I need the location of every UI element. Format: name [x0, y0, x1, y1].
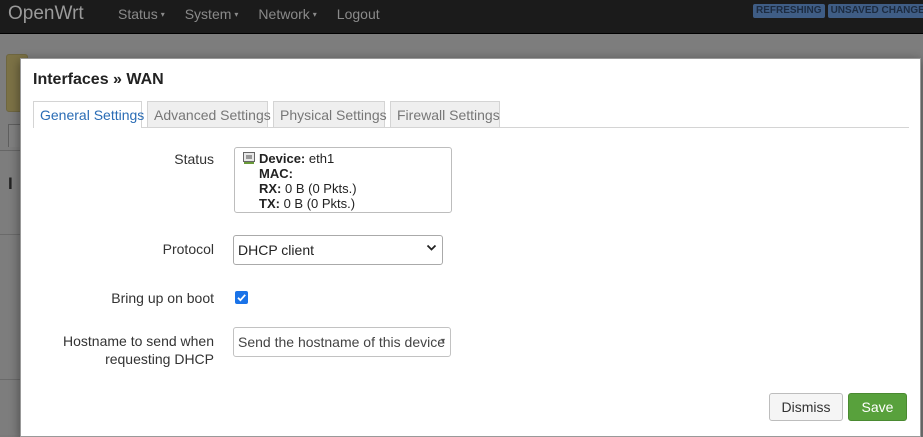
menu-logout-label: Logout — [336, 6, 380, 22]
caret-down-icon: ▾ — [160, 10, 165, 19]
protocol-label: Protocol — [162, 241, 214, 257]
save-button[interactable]: Save — [848, 393, 907, 421]
hostname-label-line1: Hostname to send when — [63, 333, 214, 349]
tab-general-settings[interactable]: General Settings — [33, 101, 144, 128]
tab-physical-settings[interactable]: Physical Settings — [273, 101, 387, 127]
status-device-line: Device: eth1 — [259, 151, 357, 166]
refreshing-badge[interactable]: REFRESHING — [753, 4, 825, 18]
menu-logout[interactable]: Logout — [337, 6, 380, 22]
bring-up-on-boot-label: Bring up on boot — [111, 290, 214, 306]
rx-value: 0 B (0 Pkts.) — [285, 181, 357, 196]
device-key: Device: — [259, 151, 306, 166]
caret-down-icon: ▾ — [312, 10, 317, 19]
chevron-down-icon — [426, 242, 437, 256]
protocol-select[interactable]: DHCP client — [233, 235, 443, 265]
hostname-label-line2: requesting DHCP — [105, 351, 214, 367]
caret-down-icon: ▾ — [234, 10, 239, 19]
interface-edit-modal: Interfaces » WAN General Settings Advanc… — [20, 58, 921, 437]
modal-title: Interfaces » WAN — [33, 71, 164, 88]
protocol-value: DHCP client — [238, 242, 314, 258]
top-navbar: OpenWrt Status ▾ System ▾ Network ▾ Logout … — [0, 0, 923, 34]
caret-down-icon: ▾ — [440, 336, 445, 345]
hostname-select[interactable]: Send the hostname of this device ▾ — [233, 327, 451, 357]
main-menu: Status ▾ System ▾ Network ▾ Logout — [118, 6, 400, 22]
tx-value: 0 B (0 Pkts.) — [283, 196, 356, 211]
hostname-value: Send the hostname of this device — [238, 334, 446, 350]
status-details: Device: eth1 MAC: RX: 0 B (0 Pkts.) TX: … — [259, 151, 357, 211]
background-divider — [0, 234, 20, 235]
status-rx-line: RX: 0 B (0 Pkts.) — [259, 181, 357, 196]
settings-tabs: General Settings Advanced Settings Physi… — [33, 101, 909, 128]
menu-system-label: System — [184, 6, 232, 22]
brand-logo[interactable]: OpenWrt — [8, 3, 84, 25]
status-badges: REFRESHING UNSAVED CHANGE — [753, 4, 923, 18]
menu-status-label: Status — [118, 6, 158, 22]
bring-up-on-boot-checkbox[interactable] — [235, 291, 248, 304]
device-value: eth1 — [308, 151, 335, 166]
hostname-label: Hostname to send when requesting DHCP — [33, 332, 214, 368]
menu-system[interactable]: System ▾ — [185, 6, 239, 22]
status-tx-line: TX: 0 B (0 Pkts.) — [259, 196, 357, 211]
background-heading: I — [8, 174, 13, 193]
tab-firewall-settings[interactable]: Firewall Settings — [390, 101, 500, 127]
dismiss-button[interactable]: Dismiss — [769, 393, 843, 421]
rx-key: RX: — [259, 181, 282, 196]
status-mac-line: MAC: — [259, 166, 357, 181]
unsaved-changes-badge[interactable]: UNSAVED CHANGE — [827, 4, 923, 18]
tab-advanced-settings[interactable]: Advanced Settings — [147, 101, 271, 127]
status-label: Status — [174, 151, 214, 167]
menu-network-label: Network — [258, 6, 310, 22]
menu-network[interactable]: Network ▾ — [258, 6, 316, 22]
network-port-icon — [243, 152, 255, 164]
device-status-box: Device: eth1 MAC: RX: 0 B (0 Pkts.) TX: … — [234, 147, 452, 213]
checkmark-icon — [237, 294, 246, 302]
tx-key: TX: — [259, 196, 280, 211]
mac-key: MAC: — [259, 166, 293, 181]
background-divider — [0, 150, 20, 151]
background-divider — [0, 379, 20, 380]
menu-status[interactable]: Status ▾ — [118, 6, 165, 22]
